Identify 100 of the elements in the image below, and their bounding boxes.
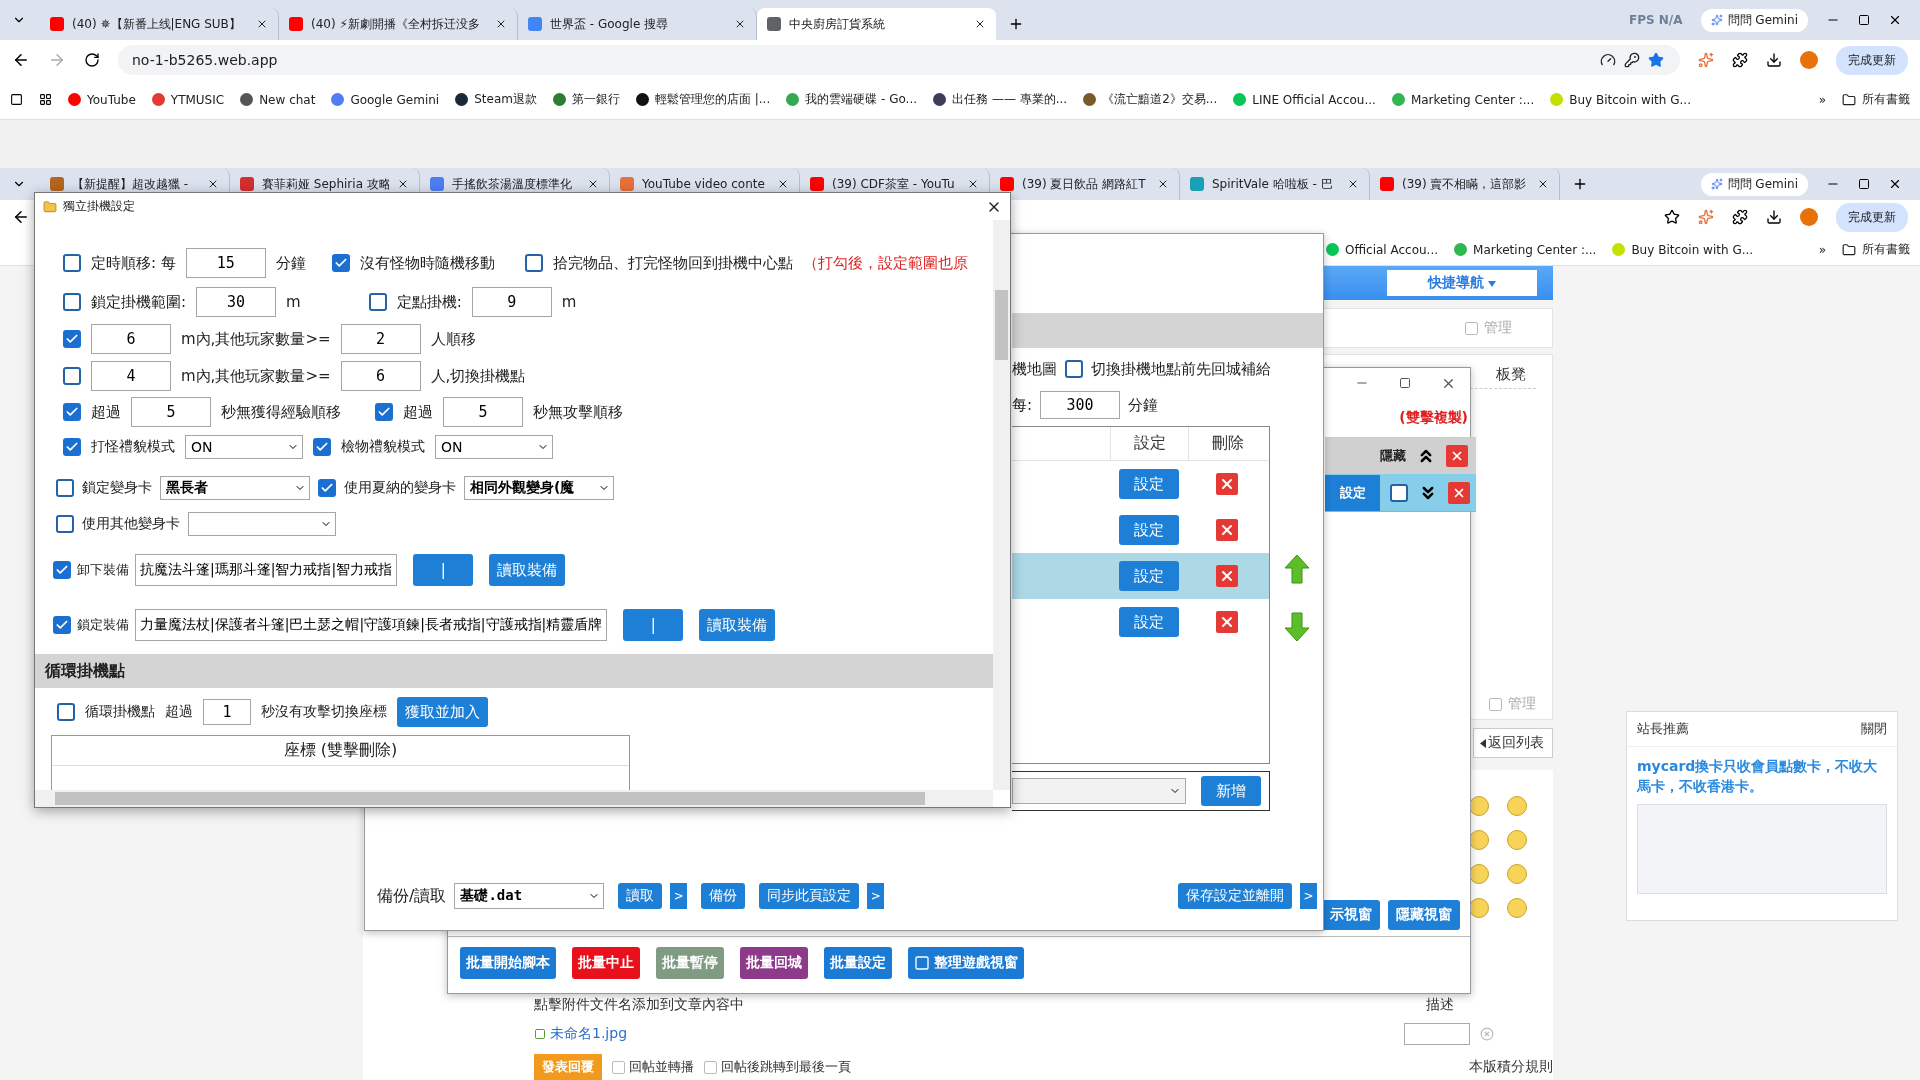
bookmark-link[interactable]: Buy Bitcoin with G...	[1612, 242, 1754, 257]
checkbox[interactable]	[63, 254, 81, 272]
extension-icon[interactable]	[1698, 52, 1714, 68]
more-button[interactable]: >	[670, 883, 688, 909]
settings-button[interactable]: 設定	[1119, 469, 1179, 499]
settings-button[interactable]: 設定	[1119, 607, 1179, 637]
profile-avatar[interactable]	[1800, 208, 1818, 227]
download-icon[interactable]	[1766, 52, 1782, 68]
close-icon[interactable]	[256, 18, 268, 30]
update-button[interactable]: 完成更新	[1836, 45, 1908, 75]
star-icon[interactable]	[1664, 209, 1680, 226]
input-field[interactable]: 6	[91, 324, 171, 354]
batch-button[interactable]: 批量開始腳本	[460, 947, 556, 979]
batch-button[interactable]: 批量設定	[824, 947, 892, 979]
close-icon[interactable]	[495, 18, 507, 30]
promo-text[interactable]: mycard換卡只收會員點數卡，不收大馬卡，不收香港卡。	[1627, 747, 1897, 805]
add-button[interactable]: 新增	[1201, 776, 1261, 806]
more-button[interactable]: >	[1300, 883, 1317, 909]
action-button[interactable]: 同步此頁設定	[759, 883, 860, 909]
checkbox[interactable]	[53, 561, 71, 579]
show-window-button[interactable]: 示視窗	[1322, 900, 1380, 930]
equipment-field[interactable]: 抗魔法斗篷|瑪那斗篷|智力戒指|智力戒指	[135, 554, 398, 586]
input-field[interactable]: 1	[203, 699, 251, 725]
separator-button[interactable]: |	[623, 609, 684, 641]
bookmark-link[interactable]: Google Gemini	[331, 92, 440, 107]
grid-icon[interactable]	[39, 93, 52, 106]
bookmark-link[interactable]: 《流亡黯道2》交易...	[1083, 91, 1218, 108]
checkbox[interactable]	[368, 293, 387, 311]
up-arrow-icon[interactable]	[1283, 554, 1310, 584]
settings-button[interactable]: 設定	[1119, 561, 1179, 591]
checkbox[interactable]	[56, 515, 74, 533]
bookmark-link[interactable]: Official Accou...	[1326, 242, 1439, 257]
close-icon[interactable]	[397, 178, 409, 190]
close-icon[interactable]	[967, 178, 979, 190]
bookmark-link[interactable]: 第一銀行	[552, 91, 620, 108]
checkbox[interactable]	[63, 293, 81, 311]
bookmark-link[interactable]: LINE Official Accou...	[1233, 92, 1376, 107]
emoji-icon[interactable]	[1469, 830, 1489, 850]
close-icon[interactable]	[974, 18, 986, 30]
gemini-button[interactable]: 問問 Gemini	[1700, 172, 1808, 196]
close-icon[interactable]	[1537, 178, 1549, 190]
key-icon[interactable]	[1624, 52, 1640, 68]
close-icon[interactable]	[587, 178, 599, 190]
checkbox[interactable]	[57, 703, 75, 721]
more-bookmarks[interactable]: »	[1818, 242, 1826, 257]
attachment-link[interactable]: 未命名1.jpg	[534, 1025, 628, 1043]
batch-button[interactable]: 整理遊戲視窗	[908, 947, 1024, 979]
separator-button[interactable]: |	[413, 554, 474, 586]
action-button[interactable]: 讀取	[618, 883, 663, 909]
horizontal-scrollbar[interactable]	[35, 790, 993, 807]
address-bar[interactable]: no-1-b5265.web.app	[118, 45, 1680, 75]
select-field[interactable]	[1012, 778, 1186, 804]
checkbox[interactable]	[53, 616, 71, 634]
mode-select[interactable]: ON	[185, 435, 303, 459]
bookmark-link[interactable]: Marketing Center :...	[1454, 242, 1597, 257]
bookmark-link[interactable]: YouTube	[68, 92, 136, 107]
checkbox[interactable]	[375, 403, 393, 421]
input-field[interactable]: 2	[340, 324, 421, 354]
close-icon[interactable]	[1888, 13, 1902, 27]
vertical-scrollbar[interactable]	[993, 220, 1010, 790]
delete-icon[interactable]	[1216, 519, 1238, 541]
input-field[interactable]: 30	[196, 287, 277, 317]
delete-icon[interactable]	[1446, 445, 1468, 467]
checkbox[interactable]	[318, 479, 336, 497]
input-field[interactable]: 15	[185, 248, 266, 278]
checkbox[interactable]	[331, 254, 350, 272]
close-icon[interactable]	[1157, 178, 1169, 190]
input-field[interactable]: 4	[91, 361, 171, 391]
read-equipment-button[interactable]: 讀取裝備	[489, 554, 566, 586]
maximize-icon[interactable]	[1399, 377, 1411, 389]
star-icon[interactable]	[1648, 52, 1664, 68]
new-tab-icon[interactable]	[1572, 176, 1588, 192]
settings-button[interactable]: 設定	[1119, 515, 1179, 545]
input-field[interactable]: 5	[443, 397, 523, 427]
input-field[interactable]: 6	[340, 361, 421, 391]
checkbox[interactable]	[63, 330, 81, 348]
rules-link[interactable]: 本版積分規則	[1469, 1058, 1553, 1076]
new-tab-icon[interactable]	[1008, 16, 1024, 32]
read-equipment-button[interactable]: 讀取裝備	[699, 609, 776, 641]
gemini-button[interactable]: 問問 Gemini	[1700, 8, 1808, 32]
bookmark-link[interactable]: 輕鬆管理您的店面 |...	[635, 91, 771, 108]
action-button[interactable]: 備份	[701, 883, 746, 909]
delete-icon[interactable]	[1216, 611, 1238, 633]
checkbox[interactable]	[524, 254, 543, 272]
bookmark-link[interactable]: 我的雲端硬碟 - Go...	[786, 91, 918, 108]
close-icon[interactable]	[1888, 177, 1902, 191]
checkbox[interactable]	[56, 479, 74, 497]
emoji-icon[interactable]	[1469, 864, 1489, 884]
bookmark-link[interactable]: Steam退款	[455, 91, 537, 108]
file-select[interactable]: 基礎.dat	[454, 883, 605, 909]
maximize-icon[interactable]	[1858, 178, 1870, 190]
action-button[interactable]: 保存設定並離開	[1178, 883, 1292, 909]
browser-tab[interactable]: 中央廚房訂貨系統	[757, 8, 996, 40]
input-field[interactable]: 5	[131, 397, 211, 427]
description-input[interactable]	[1404, 1023, 1470, 1045]
mode-select[interactable]: ON	[435, 435, 553, 459]
all-bookmarks-link[interactable]: 所有書籤	[1842, 91, 1910, 108]
all-bookmarks-link[interactable]: 所有書籤	[1842, 241, 1910, 259]
extensions-icon[interactable]	[1732, 209, 1748, 226]
bookmark-link[interactable]: 出任務 —— 專業的...	[933, 91, 1068, 108]
